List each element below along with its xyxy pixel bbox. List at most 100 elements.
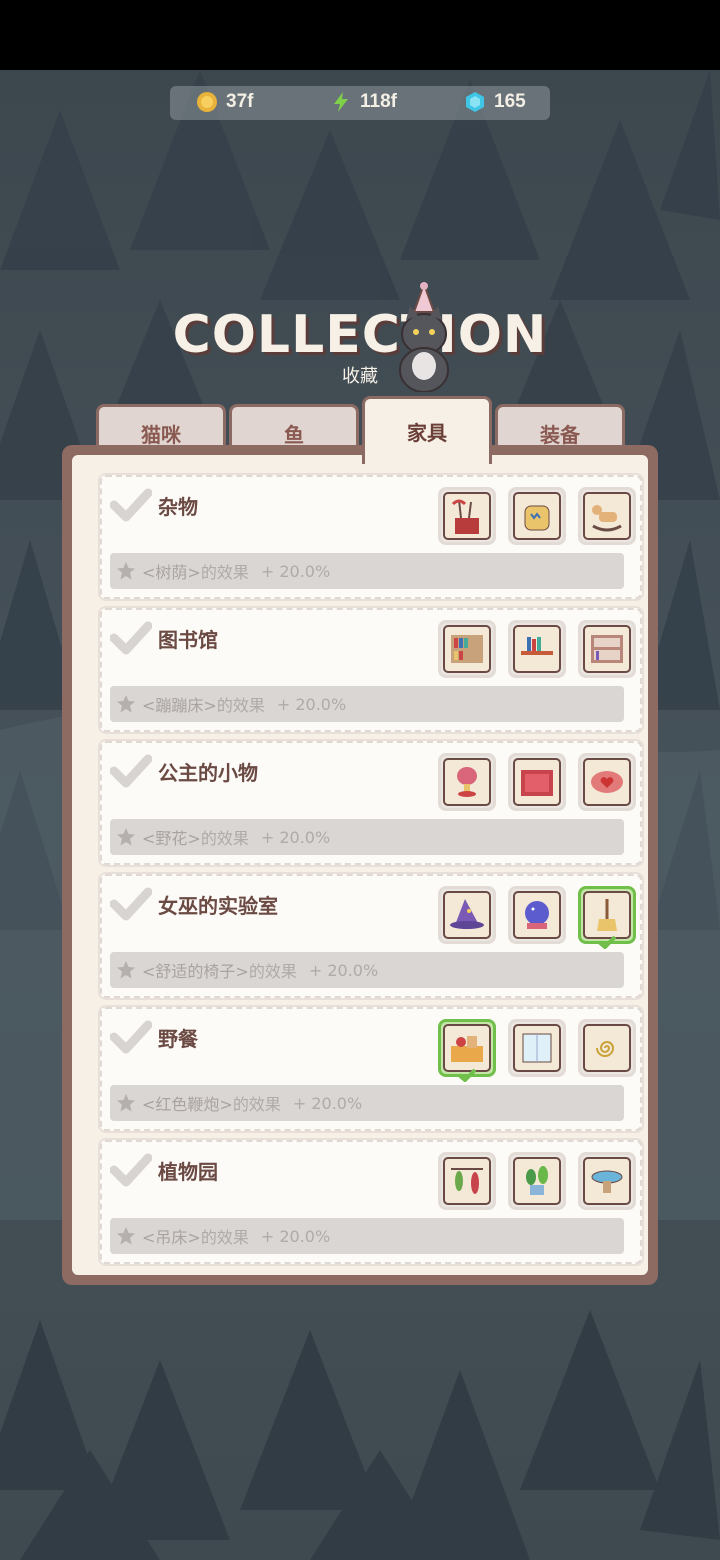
collection-item[interactable] <box>508 620 566 678</box>
resource-bar: 37f 118f 165 <box>170 86 550 120</box>
fountain-bowl-icon <box>591 1170 623 1193</box>
coins-counter: 37f <box>196 91 253 113</box>
star-icon <box>117 695 135 713</box>
page-subtitle: 收藏 <box>342 366 378 387</box>
energy-counter: 118f <box>330 91 397 113</box>
collection-item[interactable] <box>508 753 566 811</box>
collection-item[interactable] <box>508 1019 566 1077</box>
collection-item-frame <box>583 891 631 939</box>
collection-item-frame <box>443 891 491 939</box>
collection-item[interactable] <box>578 1019 636 1077</box>
page-title: COLLECTION <box>172 305 548 365</box>
effect-bonus: + 20.0% <box>276 694 347 714</box>
collection-item-frame <box>513 891 561 939</box>
heart-check-icon <box>110 1020 152 1054</box>
collection-card[interactable]: 图书馆 <蹦蹦床> 的效果 + 20.0% <box>100 608 642 732</box>
bookshelf-icon <box>451 635 483 663</box>
gem-icon <box>466 92 484 112</box>
star-icon <box>117 1227 135 1245</box>
collection-card[interactable]: 公主的小物 <野花> 的效果 + 20.0% <box>100 741 642 865</box>
collection-item[interactable] <box>578 620 636 678</box>
tab-cats-label: 猫咪 <box>141 423 181 447</box>
hanging-plants-icon <box>451 1168 483 1194</box>
tab-equipment-label: 装备 <box>540 423 580 447</box>
collection-item-frame <box>443 1157 491 1205</box>
collection-panel: 杂物 <树荫> 的效果 + 20.0% 图书馆 <蹦蹦床> 的效果 + 20.0… <box>62 445 658 1285</box>
collection-effect: <树荫> 的效果 + 20.0% <box>110 553 624 589</box>
collection-effect: <吊床> 的效果 + 20.0% <box>110 1218 624 1254</box>
collection-item-frame <box>583 1157 631 1205</box>
collection-items <box>438 1019 636 1082</box>
collection-card[interactable]: 植物园 <吊床> 的效果 + 20.0% <box>100 1140 642 1264</box>
collection-list[interactable]: 杂物 <树荫> 的效果 + 20.0% 图书馆 <蹦蹦床> 的效果 + 20.0… <box>72 455 648 1275</box>
star-icon <box>117 828 135 846</box>
music-box-icon <box>457 767 477 797</box>
lightning-icon <box>334 92 348 112</box>
umbrella-stand-icon <box>451 499 479 534</box>
collection-item[interactable] <box>438 487 496 545</box>
effect-suffix: 的效果 <box>200 563 249 582</box>
book-table-icon <box>521 637 553 655</box>
bookcase-icon <box>591 635 623 663</box>
collection-item-frame <box>513 1024 561 1072</box>
effect-target: <红色鞭炮> <box>142 1095 233 1114</box>
heart-check-icon <box>110 488 152 522</box>
collection-item[interactable] <box>578 487 636 545</box>
collection-item[interactable] <box>438 886 496 944</box>
check-icon <box>457 1068 477 1082</box>
collection-item[interactable] <box>508 1152 566 1210</box>
crystal-ball-icon <box>525 901 549 929</box>
effect-bonus: + 20.0% <box>260 827 331 847</box>
collection-items <box>438 886 636 949</box>
collection-item[interactable] <box>508 487 566 545</box>
effect-target: <吊床> <box>142 1228 201 1247</box>
collection-item-frame <box>583 492 631 540</box>
collection-item[interactable] <box>578 1152 636 1210</box>
collection-effect: <蹦蹦床> 的效果 + 20.0% <box>110 686 624 722</box>
effect-target: <树荫> <box>142 563 201 582</box>
heart-check-icon <box>110 887 152 921</box>
effect-target: <舒适的椅子> <box>142 962 249 981</box>
star-icon <box>117 961 135 979</box>
witch-hat-icon <box>450 899 484 929</box>
collection-items <box>438 487 636 545</box>
collection-item[interactable] <box>578 886 636 949</box>
collection-item[interactable] <box>438 753 496 811</box>
mosquito-coil-icon <box>596 1041 615 1057</box>
effect-target: <蹦蹦床> <box>142 696 217 715</box>
heart-check-icon <box>110 621 152 655</box>
collection-item-frame <box>443 1024 491 1072</box>
collection-card[interactable]: 女巫的实验室 <舒适的椅子> 的效果 + 20.0% <box>100 874 642 998</box>
window-icon <box>522 1033 552 1063</box>
effect-suffix: 的效果 <box>200 829 249 848</box>
effect-bonus: + 20.0% <box>292 1093 363 1113</box>
tab-furniture[interactable]: 家具 <box>362 396 492 464</box>
collection-items <box>438 753 636 811</box>
collection-items <box>438 1152 636 1210</box>
cat-mascot-icon <box>399 282 449 392</box>
broom-icon <box>597 899 617 931</box>
check-icon <box>597 935 617 949</box>
collection-item-frame <box>443 758 491 806</box>
collection-effect: <野花> 的效果 + 20.0% <box>110 819 624 855</box>
effect-bonus: + 20.0% <box>260 1226 331 1246</box>
tab-furniture-label: 家具 <box>407 421 447 445</box>
collection-card[interactable]: 野餐 <红色鞭炮> 的效果 + 20.0% <box>100 1007 642 1131</box>
collection-name: 杂物 <box>158 495 198 519</box>
collection-item-frame <box>583 758 631 806</box>
picnic-basket-icon <box>451 1036 483 1062</box>
coin-icon <box>197 92 217 112</box>
collection-item[interactable] <box>438 1019 496 1082</box>
collection-card[interactable]: 杂物 <树荫> 的效果 + 20.0% <box>100 475 642 599</box>
collection-item[interactable] <box>508 886 566 944</box>
collection-name: 公主的小物 <box>158 761 258 785</box>
backpack-icon <box>524 505 550 531</box>
collection-item[interactable] <box>578 753 636 811</box>
collection-item[interactable] <box>438 1152 496 1210</box>
collection-item[interactable] <box>438 620 496 678</box>
energy-value: 118f <box>360 91 397 112</box>
collection-name: 植物园 <box>158 1160 218 1184</box>
collection-name: 女巫的实验室 <box>158 894 278 918</box>
star-icon <box>117 562 135 580</box>
effect-bonus: + 20.0% <box>260 561 331 581</box>
